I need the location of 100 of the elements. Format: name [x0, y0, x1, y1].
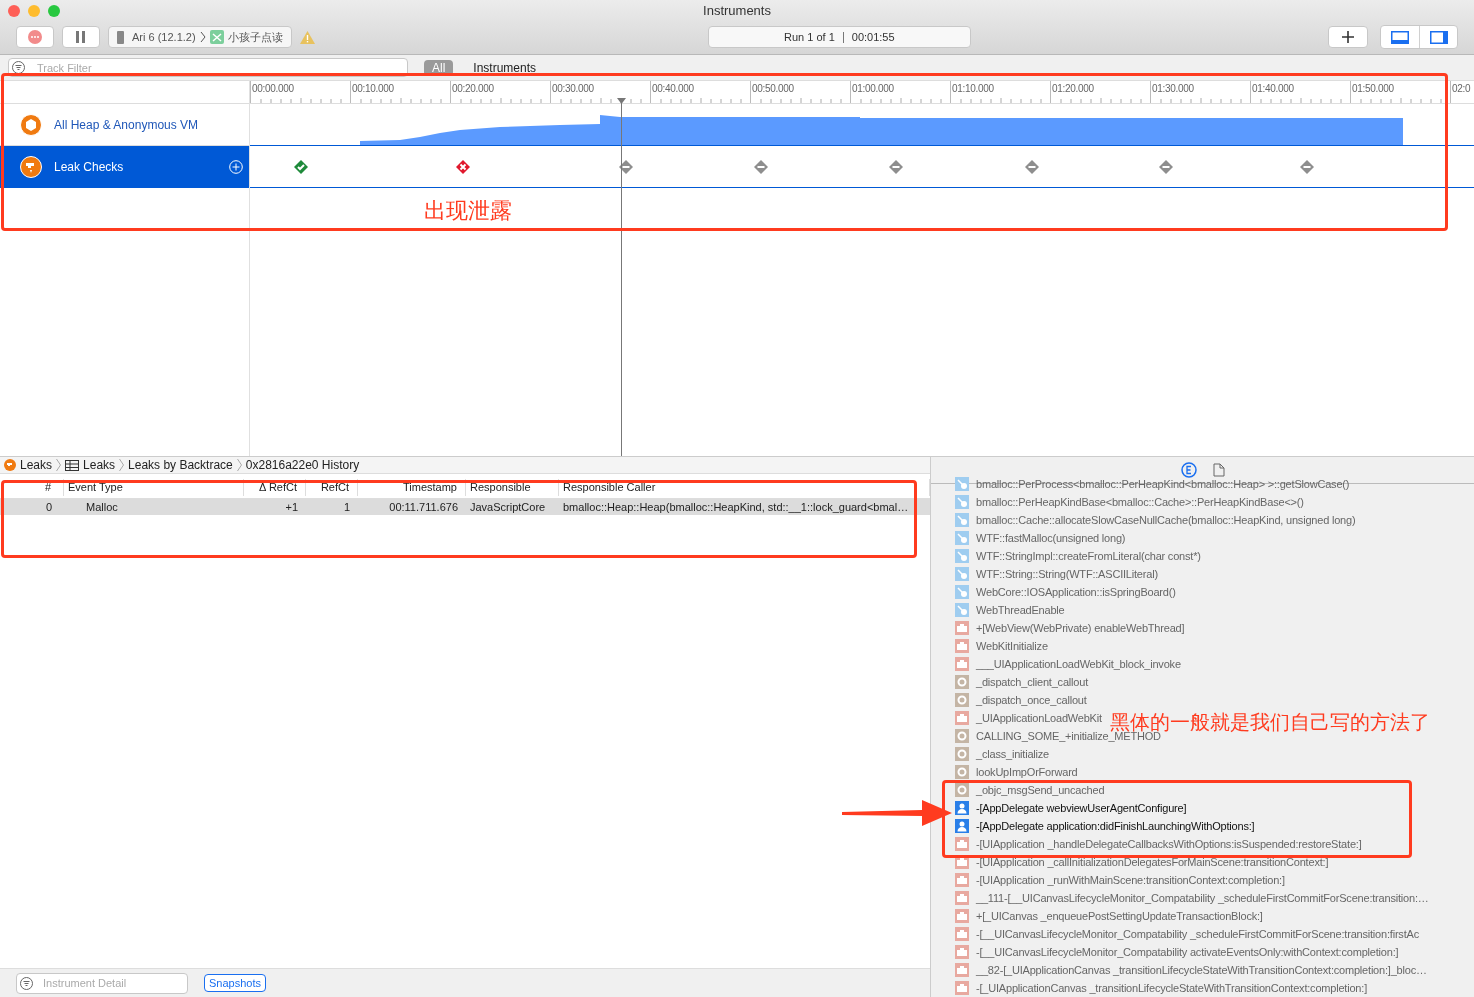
column-header[interactable]: Responsible Caller	[559, 479, 930, 496]
gear-icon	[955, 765, 969, 779]
no-leak-icon[interactable]	[1299, 159, 1315, 175]
plus-icon	[1342, 31, 1354, 43]
column-header[interactable]: Timestamp	[358, 479, 466, 496]
gear-icon	[955, 729, 969, 743]
stack-frame[interactable]: bmalloc::PerProcess<bmalloc::PerHeapKind<bmalloc::Heap> >::getSlowCase()	[976, 475, 1350, 493]
stack-frame[interactable]: -[AppDelegate application:didFinishLaunchingWithOptions:]	[976, 817, 1255, 835]
time-tick: 00:00.000	[252, 84, 294, 94]
gear-icon	[955, 747, 969, 761]
instrument-detail-field[interactable]: Instrument Detail	[16, 972, 188, 994]
table-cell-text: 00:11.711.676	[388, 499, 459, 515]
stack-frame[interactable]: WTF::String::String(WTF::ASCIILiteral)	[976, 565, 1158, 583]
add-button[interactable]	[1328, 26, 1368, 48]
table-cell-text: +1	[284, 499, 299, 515]
stack-frame[interactable]: -[UIApplication _runWithMainScene:transitionContext:completion:]	[976, 871, 1285, 889]
gear-icon	[955, 783, 969, 797]
column-header[interactable]: Event Type	[64, 479, 244, 496]
toolbox-icon	[955, 621, 969, 635]
chevron-icon	[199, 31, 206, 43]
table-cell-text: Malloc	[85, 499, 119, 515]
time-tick: 01:30.000	[1152, 84, 1194, 94]
toolbox-icon	[955, 657, 969, 671]
stack-frame[interactable]: ___UIApplicationLoadWebKit_block_invoke	[976, 655, 1181, 673]
time-tick: 00:40.000	[652, 84, 694, 94]
check-icon[interactable]	[293, 159, 309, 175]
pause-icon	[76, 31, 86, 43]
stack-frame[interactable]: WebCore::IOSApplication::isSpringBoard()	[976, 583, 1176, 601]
time-tick: 00:30.000	[552, 84, 594, 94]
track-label[interactable]: Leak Checks	[0, 146, 249, 188]
column-header[interactable]: RefCt	[306, 479, 358, 496]
no-leak-icon[interactable]	[888, 159, 904, 175]
toolbox-icon	[955, 963, 969, 977]
stack-frame[interactable]: WebKitInitialize	[976, 637, 1048, 655]
toolbox-icon	[955, 639, 969, 653]
time-tick: 01:10.000	[952, 84, 994, 94]
column-header[interactable]: #	[0, 479, 64, 496]
breadcrumb-item[interactable]: 0x2816a22e0 History	[245, 456, 360, 474]
chevron-icon	[236, 458, 242, 472]
stack-frame[interactable]: _class_initialize	[976, 745, 1050, 763]
close-button[interactable]	[8, 5, 20, 17]
pause-button[interactable]	[62, 26, 100, 48]
breadcrumb-item[interactable]: Leaks	[20, 456, 53, 474]
stack-frame[interactable]: bmalloc::PerHeapKindBase<bmalloc::Cache>::PerHeapKindBase<>()	[976, 493, 1304, 511]
toolbox-icon	[955, 837, 969, 851]
time-tick: 00:20.000	[452, 84, 494, 94]
stack-frame[interactable]: _dispatch_once_callout	[976, 691, 1087, 709]
stack-frame[interactable]: bmalloc::Cache::allocateSlowCaseNullCache(bmalloc::HeapKind, unsigned long)	[976, 511, 1356, 529]
target-selector[interactable]: Ari 6 (12.1.2) 小孩子点读	[108, 26, 292, 48]
no-leak-icon[interactable]	[753, 159, 769, 175]
filter-segment[interactable]: Instruments	[465, 59, 545, 76]
stack-frame[interactable]: _UIApplicationLoadWebKit	[976, 709, 1102, 727]
stack-frame[interactable]: -[UIApplication _callInitializationDelegatesForMainScene:transitionContext:]	[976, 853, 1329, 871]
right-panel-icon	[1429, 30, 1448, 44]
breadcrumb-item[interactable]: Leaks by Backtrace	[128, 456, 233, 474]
stack-frame[interactable]: _objc_msgSend_uncached	[976, 781, 1105, 799]
no-leak-icon[interactable]	[1158, 159, 1174, 175]
stack-frame[interactable]: __111-[__UICanvasLifecycleMonitor_Compatability _scheduleFirstCommitForScene:transition:…	[976, 889, 1429, 907]
stack-frame[interactable]: +[WebView(WebPrivate) enableWebThread]	[976, 619, 1185, 637]
column-header[interactable]: Δ RefCt	[244, 479, 306, 496]
snapshots-button[interactable]: Snapshots	[204, 974, 266, 992]
stack-frame[interactable]: -[UIApplication _handleDelegateCallbacksWithOptions:isSuspended:restoreState:]	[976, 835, 1362, 853]
extended-detail-tab[interactable]	[1180, 462, 1197, 478]
table-row[interactable]: 0 Malloc +1 1 00:11.711.676 JavaScriptCore bmalloc::Heap::Heap(bmalloc::HeapKind, std::__1::lock_guard<bmal…	[0, 499, 930, 515]
chevron-icon	[56, 458, 62, 472]
column-header[interactable]: Responsible	[466, 479, 559, 496]
time-tick: 00:50.000	[752, 84, 794, 94]
chevron-icon	[119, 458, 125, 472]
stack-frame[interactable]: -[__UICanvasLifecycleMonitor_Compatability activateEventsOnly:withContext:completion:]	[976, 943, 1399, 961]
time-tick: 01:50.000	[1352, 84, 1394, 94]
stack-frame[interactable]: -[_UIApplicationCanvas _transitionLifecycleStateWithTransitionContext:completion:]	[976, 979, 1367, 997]
stack-frame[interactable]: -[AppDelegate webviewUserAgentConfigure]	[976, 799, 1187, 817]
playhead-handle[interactable]	[617, 98, 626, 104]
person-icon	[955, 801, 969, 815]
stack-frame[interactable]: __82-[_UIApplicationCanvas _transitionLifecycleStateWithTransitionContext:completion:]_bloc…	[976, 961, 1427, 979]
stack-frame[interactable]: +[_UICanvas _enqueuePostSettingUpdateTransactionBlock:]	[976, 907, 1263, 925]
phone-icon	[117, 30, 124, 44]
stack-frame[interactable]: WTF::fastMalloc(unsigned long)	[976, 529, 1126, 547]
annotation-text: 出现泄露	[424, 200, 512, 222]
window-title: Instruments	[703, 2, 771, 21]
breadcrumb-item[interactable]: Leaks	[83, 456, 116, 474]
stop-button[interactable]	[16, 26, 54, 48]
stack-frame[interactable]: lookUpImpOrForward	[976, 763, 1078, 781]
stack-frame[interactable]: _dispatch_client_callout	[976, 673, 1088, 691]
stack-frame[interactable]: WTF::StringImpl::createFromLiteral(char const*)	[976, 547, 1201, 565]
table-cell-text: JavaScriptCore	[469, 499, 547, 515]
app-icon	[209, 30, 224, 44]
person-icon	[955, 819, 969, 833]
toolbox-icon	[955, 927, 969, 941]
stack-frame[interactable]: -[__UICanvasLifecycleMonitor_Compatability _scheduleFirstCommitForScene:transition:firstAc	[976, 925, 1419, 943]
no-leak-icon[interactable]	[1024, 159, 1040, 175]
toolbox-icon	[955, 873, 969, 887]
document-tab[interactable]	[1212, 463, 1225, 477]
zoom-button[interactable]	[48, 5, 60, 17]
table-cell-text: 0	[44, 499, 53, 515]
time-tick: 01:00.000	[852, 84, 894, 94]
time-tick: 01:40.000	[1252, 84, 1294, 94]
add-circle-icon[interactable]	[229, 159, 243, 174]
leak-icon[interactable]	[455, 159, 471, 175]
stack-frame[interactable]: WebThreadEnable	[976, 601, 1065, 619]
